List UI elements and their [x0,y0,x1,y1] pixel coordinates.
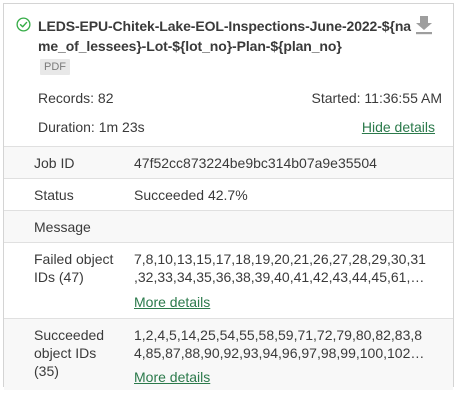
status-value: Succeeded 42.7% [134,187,248,203]
failed-label-line-2: IDs (47) [34,269,84,285]
failed-ids-row: Failed object IDs (47) 7,8,10,13,15,17,1… [4,242,453,318]
job-id-value: 47f52cc873224be9bc314b07a9e35504 [134,155,377,171]
duration: Duration: 1m 23s [38,119,145,135]
succeeded-label-line-3: (35) [34,363,59,379]
failed-ids-list: 7,8,10,13,15,17,18,19,20,21,26,27,28,29,… [134,250,432,286]
format-badge: PDF [40,59,70,75]
started-time: Started: 11:36:55 AM [311,90,443,106]
succeeded-label-line-1: Succeeded [34,327,105,343]
hide-details-link[interactable]: Hide details [362,118,435,136]
failed-label-line-1: Failed object [34,251,114,267]
job-id-label: Job ID [34,155,75,171]
succeeded-ids-row: Succeeded object IDs (35) 1,2,4,5,14,25,… [4,318,453,390]
job-title: LEDS-EPU-Chitek-Lake-EOL-Inspections-Jun… [38,18,411,54]
succeeded-label-line-2: object IDs [34,345,97,361]
failed-ids-line-1: 7,8,10,13,15,17,18,19,20,21,26,27,28,29,… [134,251,426,267]
check-circle-icon [16,17,31,32]
message-label: Message [34,219,91,235]
job-result-card: LEDS-EPU-Chitek-Lake-EOL-Inspections-Jun… [3,3,454,390]
failed-ids-line-2: ,32,33,34,35,36,38,39,40,41,42,43,44,45,… [134,269,425,285]
job-id-row: Job ID 47f52cc873224be9bc314b07a9e35504 [4,146,453,178]
records-count: Records: 82 [38,90,114,106]
succeeded-ids-line-1: 1,2,4,5,14,25,54,55,58,59,71,72,79,80,82… [134,327,423,343]
message-row: Message [4,210,453,242]
failed-more-details-link[interactable]: More details [134,293,210,311]
succeeded-ids-line-2: 4,85,87,88,90,92,93,94,96,97,98,99,100,1… [134,345,425,361]
succeeded-more-details-link[interactable]: More details [134,368,210,386]
status-label: Status [34,187,74,203]
status-row: Status Succeeded 42.7% [4,178,453,210]
succeeded-ids-list: 1,2,4,5,14,25,54,55,58,59,71,72,79,80,82… [134,326,432,362]
download-icon[interactable] [415,15,433,35]
